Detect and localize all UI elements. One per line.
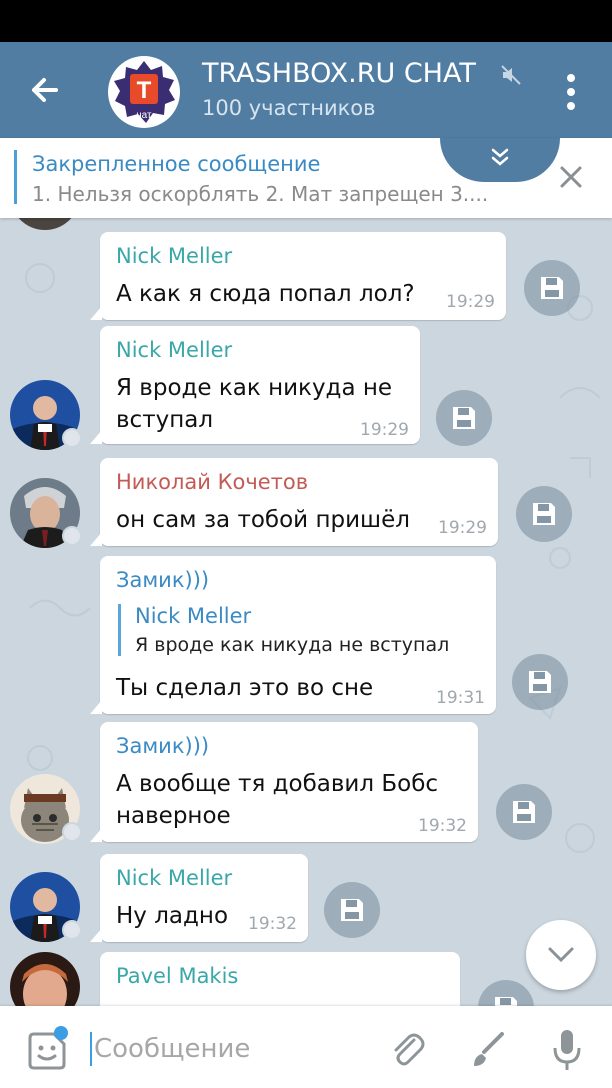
chat-title[interactable]: TRASHBOX.RU CHAT (202, 58, 476, 89)
message-author: Nick Meller (116, 866, 233, 890)
save-message-button[interactable] (496, 784, 552, 840)
brush-icon[interactable] (470, 1030, 506, 1070)
message-text: Ты сделал это во сне (116, 675, 374, 701)
paperclip-icon[interactable] (388, 1030, 428, 1070)
online-status-dot (62, 920, 82, 940)
save-message-button[interactable] (436, 390, 492, 446)
chat-avatar-caption: чат (136, 110, 152, 121)
close-icon[interactable] (558, 164, 584, 190)
message-author: Замик))) (116, 568, 210, 592)
message-text-line: наверное (116, 803, 231, 829)
message-input[interactable]: Сообщение (94, 1034, 250, 1064)
reply-quote-text: Я вроде как никуда не вступал (135, 634, 450, 656)
chat-avatar-letter: T (137, 77, 152, 104)
floppy-disk-icon (453, 407, 475, 429)
pinned-title: Закрепленное сообщение (32, 152, 321, 176)
online-status-dot (62, 428, 82, 448)
message-author: Pavel Makis (116, 964, 239, 988)
message-text: Ну ладно (116, 903, 229, 929)
chat-subtitle: 100 участников (202, 96, 376, 120)
more-vert-icon[interactable] (560, 70, 582, 114)
message-bubble[interactable]: Nick Meller Я вроде как никуда не вступа… (90, 326, 420, 444)
microphone-icon[interactable] (552, 1028, 582, 1074)
floppy-disk-icon (529, 671, 551, 693)
mute-icon (500, 64, 522, 86)
message-author: Nick Meller (116, 338, 233, 362)
message-author: Замик))) (116, 734, 210, 758)
message-bubble[interactable]: Замик))) Nick Meller Я вроде как никуда … (90, 556, 496, 714)
floppy-disk-icon (541, 277, 563, 299)
message-author: Nick Meller (116, 244, 233, 268)
message-time: 19:32 (418, 816, 467, 836)
message-text-line: Я вроде как никуда не (116, 375, 393, 401)
message-text-line: вступал (116, 407, 214, 433)
pinned-accent-bar (14, 150, 17, 204)
double-chevron-down-icon (491, 148, 509, 166)
chat-avatar[interactable]: T чат (108, 56, 180, 128)
sticker-badge (54, 1026, 68, 1040)
message-bubble[interactable]: Николай Кочетов он сам за тобой пришёл 1… (90, 458, 498, 546)
save-message-button[interactable] (512, 654, 568, 710)
reply-quote[interactable]: Nick Meller Я вроде как никуда не вступа… (118, 604, 449, 656)
chevron-down-icon (548, 947, 574, 963)
scroll-down-button[interactable] (526, 920, 596, 990)
online-status-dot (62, 822, 82, 842)
message-text: он сам за тобой пришёл (116, 507, 410, 533)
status-bar (0, 0, 612, 42)
save-message-button[interactable] (524, 260, 580, 316)
message-bubble[interactable]: Замик))) А вообще тя добавил Бобс наверн… (90, 722, 478, 842)
message-composer: Сообщение (0, 1006, 612, 1088)
message-time: 19:31 (436, 688, 485, 708)
text-cursor (90, 1032, 92, 1066)
message-time: 19:29 (446, 292, 495, 312)
message-author: Николай Кочетов (116, 470, 309, 494)
message-bubble[interactable]: Nick Meller Ну ладно 19:32 (90, 854, 308, 942)
floppy-disk-icon (513, 801, 535, 823)
back-arrow-icon[interactable] (20, 68, 72, 112)
message-bubble[interactable]: Nick Meller А как я сюда попал лол? 19:2… (90, 232, 506, 320)
message-time: 19:32 (248, 914, 297, 934)
app-bar: T чат TRASHBOX.RU CHAT 100 участников (0, 42, 612, 138)
online-status-dot (62, 526, 82, 546)
save-message-button[interactable] (324, 882, 380, 938)
message-text-line: А вообще тя добавил Бобс (116, 771, 439, 797)
message-text: А как я сюда попал лол? (116, 281, 415, 307)
message-time: 19:29 (438, 518, 487, 538)
reply-quote-author: Nick Meller (135, 604, 252, 628)
message-time: 19:29 (360, 420, 409, 440)
save-message-button[interactable] (516, 486, 572, 542)
floppy-disk-icon (533, 503, 555, 525)
pinned-text: 1. Нельзя оскорблять 2. Мат запрещен 3..… (32, 182, 489, 206)
floppy-disk-icon (341, 899, 363, 921)
